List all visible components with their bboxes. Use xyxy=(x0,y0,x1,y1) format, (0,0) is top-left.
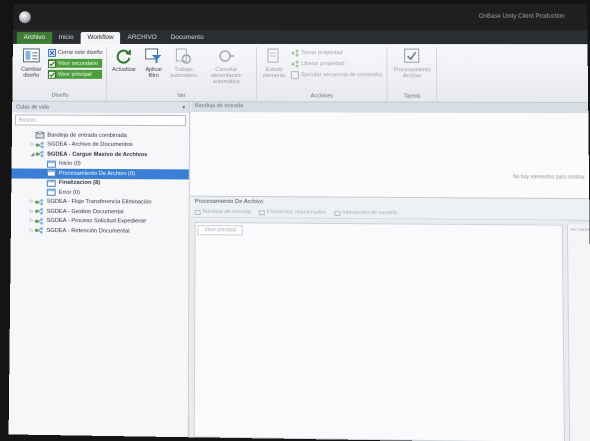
tree-item-label: Inicio (0) xyxy=(58,160,81,168)
tree-item-label: Procesamiento De Archivo (0) xyxy=(58,170,136,177)
queue-toolbar-item[interactable]: Elementos relacionados xyxy=(258,209,326,216)
workflow-icon xyxy=(35,198,47,206)
tree-item-label: SGDEA - Flujo Transferencia Eliminación xyxy=(46,199,152,206)
queue-toolbar-item[interactable]: Bandeja de entrada xyxy=(194,208,251,216)
workflow-icon xyxy=(35,208,47,216)
workflow-icon xyxy=(291,59,299,67)
tab-inicio[interactable]: Inicio xyxy=(52,32,81,44)
tab-archivo[interactable]: Archivo xyxy=(16,32,52,44)
cancel-auto-feed-button[interactable]: Cancelar alimentación automática xyxy=(200,47,252,93)
app-screen: OnBase Unity Client Production Archivo In… xyxy=(8,3,590,441)
queue-toolbar-label: Elementos relacionados xyxy=(266,209,326,216)
process-files-button[interactable]: Procesamiento Archivo xyxy=(392,47,433,93)
tree-item-label: SGDEA - Retención Documental xyxy=(46,227,130,235)
workflow-icon xyxy=(35,218,47,225)
refresh-button[interactable]: Actualizar xyxy=(111,47,137,93)
toolbar-icon xyxy=(194,209,201,215)
search-input[interactable]: Buscar... xyxy=(14,114,187,127)
apply-filter-button[interactable]: Aplicar filtro xyxy=(141,47,167,93)
tree-item-label: Bandeja de entrada combinada xyxy=(47,132,127,139)
main-viewer-panel: Visor principal xyxy=(193,221,565,441)
ribbon: Cambiar diseño Cerrar este diseño Visor … xyxy=(12,43,589,104)
workflow-icon xyxy=(35,151,47,158)
tab-documento[interactable]: Documento xyxy=(164,32,211,44)
ribbon-group-actions: Estado elemento Tomar propiedad Liberar … xyxy=(257,47,388,102)
cancel-feed-icon xyxy=(219,50,235,62)
queue-icon xyxy=(46,179,59,187)
element-state-button[interactable]: Estado elemento xyxy=(261,47,287,93)
pin-icon[interactable]: ▾ xyxy=(182,105,185,111)
refresh-icon xyxy=(117,49,132,64)
window-title: OnBase Unity Client Production xyxy=(478,13,565,20)
group-label-design: Diseño xyxy=(51,92,69,99)
script-icon xyxy=(291,70,299,79)
queue-icon xyxy=(47,170,59,177)
secondary-viewer-toggle[interactable]: Visor secundario xyxy=(47,58,103,68)
queue-tree: Bandeja de entrada combinada ▷ SGDEA - Arc… xyxy=(11,127,189,236)
change-design-button[interactable]: Cambiar diseño xyxy=(18,47,44,93)
tree-workflow-item[interactable]: ▷ SGDEA - Retención Documental xyxy=(11,226,189,237)
app-orb-icon[interactable] xyxy=(18,11,31,24)
toolbar-icon xyxy=(258,209,265,215)
take-ownership-button[interactable]: Tomar propiedad xyxy=(291,48,382,57)
tab-main-viewer[interactable]: Visor principal xyxy=(197,225,243,236)
work-area: Bandeja de entrada No hay elementos para… xyxy=(189,102,590,441)
close-icon xyxy=(48,48,57,57)
release-ownership-button[interactable]: Liberar propiedad xyxy=(291,59,382,68)
tree-item-label: Finalizacion (8) xyxy=(58,180,101,187)
inbox-icon xyxy=(35,132,47,139)
group-label-tasks: Tareas xyxy=(403,93,421,100)
queue-toolbar-item[interactable]: Interacción de usuario xyxy=(334,209,397,217)
queue-toolbar-label: Interacción de usuario xyxy=(342,209,397,217)
tree-item-label: Error (0) xyxy=(58,189,80,196)
task-icon xyxy=(403,47,421,65)
inbox-list[interactable]: No hay elementos para mostrar xyxy=(190,112,590,200)
tab-archivo[interactable]: ARCHIVO xyxy=(121,32,164,44)
tree-item-label: SGDEA - Proceso Solicitud Expediente xyxy=(46,218,147,225)
main-viewer-toggle[interactable]: Visor principal xyxy=(47,69,103,79)
tab-workflow[interactable]: Workflow xyxy=(80,32,121,44)
group-label-view: Ver xyxy=(177,92,186,100)
ribbon-group-design: Cambiar diseño Cerrar este diseño Visor … xyxy=(14,46,108,101)
run-script-button[interactable]: Ejecutar secuencia de comandos xyxy=(291,70,383,79)
tree-item-label: SGDEA - Archivo de Documentos xyxy=(47,141,133,149)
ribbon-group-view: Actualizar Aplicar filtro Trabajo automá… xyxy=(107,46,258,102)
check-icon xyxy=(48,59,56,68)
layout-icon xyxy=(23,48,41,63)
group-label-actions: Acciones xyxy=(310,93,334,100)
queue-icon xyxy=(47,160,59,168)
auto-work-icon xyxy=(176,48,192,64)
empty-message: No hay elementos para mostrar xyxy=(513,174,585,181)
queue-toolbar-label: Bandeja de entrada xyxy=(202,208,251,216)
filter-icon xyxy=(145,48,163,64)
ribbon-group-tasks: Procesamiento Archivo Tareas xyxy=(387,47,438,102)
document-state-icon xyxy=(267,48,279,63)
title-bar: OnBase Unity Client Production xyxy=(13,3,588,31)
queue-icon xyxy=(46,189,59,197)
toolbar-icon xyxy=(334,210,341,216)
pane-header: Colas de vida ▾ xyxy=(12,101,190,114)
check-icon xyxy=(48,70,56,79)
auto-work-button[interactable]: Trabajo automático xyxy=(170,47,197,93)
folder-view-strip[interactable]: Ver carpeta xyxy=(566,224,590,441)
close-design-button[interactable]: Cerrar este diseño xyxy=(48,48,103,57)
workflow-icon xyxy=(34,227,46,235)
queue-navigation-pane: Colas de vida ▾ Buscar... Bandeja de ent… xyxy=(8,101,191,438)
viewer-area: Visor principal Ver carpeta xyxy=(189,218,590,441)
tree-item-label: SGDEA - Gestion Documental xyxy=(46,208,124,216)
workflow-icon xyxy=(291,48,299,56)
tree-item-label: SGDEA - Cargue Masivo de Archivos xyxy=(47,151,148,158)
ribbon-tabs: Archivo Inicio Workflow ARCHIVO Documento xyxy=(12,29,588,45)
workflow-icon xyxy=(35,141,47,149)
